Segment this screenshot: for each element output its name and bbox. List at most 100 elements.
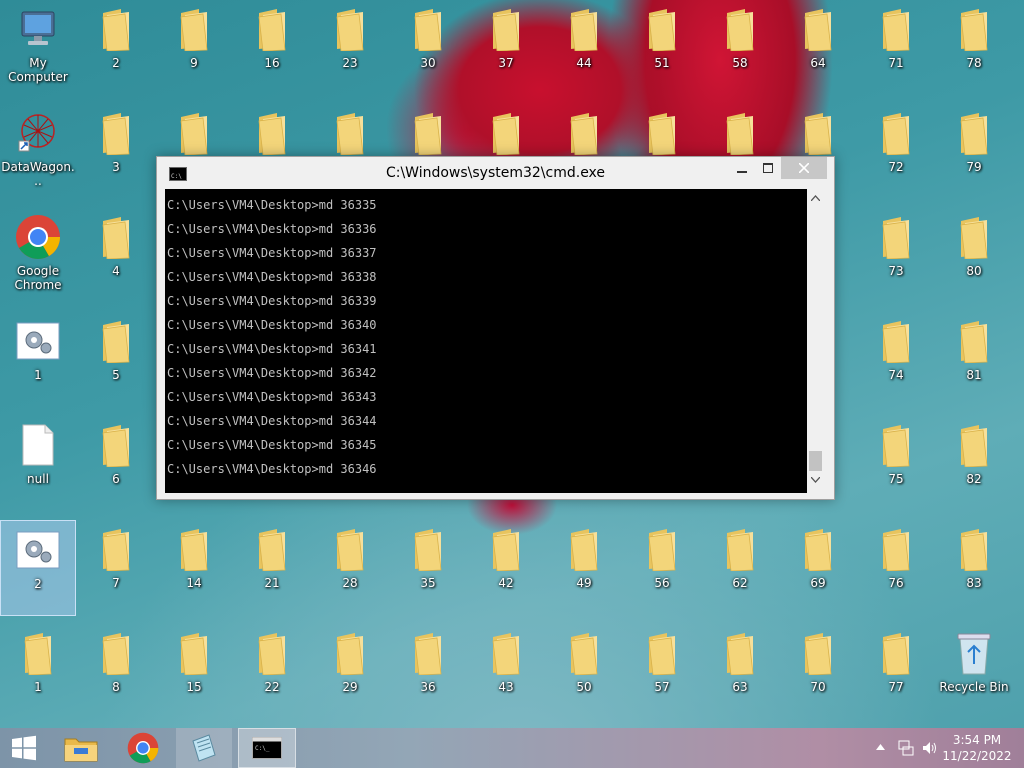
desktop-folder[interactable]: 8	[78, 624, 154, 720]
recycle-bin-icon	[951, 630, 997, 676]
desktop-folder[interactable]: 78	[936, 0, 1012, 96]
desktop-folder[interactable]: 16	[234, 0, 310, 96]
taskbar-file-explorer[interactable]	[56, 728, 106, 768]
desktop-folder[interactable]: 3	[78, 104, 154, 200]
desktop-folder[interactable]: 42	[468, 520, 544, 616]
icon-label: 82	[966, 472, 982, 486]
desktop-folder-1[interactable]: 1	[0, 624, 76, 720]
desktop-folder[interactable]: 29	[312, 624, 388, 720]
folder-icon	[171, 6, 217, 52]
desktop-folder[interactable]: 57	[624, 624, 700, 720]
desktop-folder[interactable]: 72	[858, 104, 934, 200]
desktop-icon-recycle-bin[interactable]: Recycle Bin	[936, 624, 1012, 720]
taskbar-notepad[interactable]	[176, 728, 232, 768]
desktop-folder[interactable]: 6	[78, 416, 154, 512]
cmd-window[interactable]: C:\ C:\Windows\system32\cmd.exe C:\Users…	[156, 156, 835, 500]
desktop-folder[interactable]: 51	[624, 0, 700, 96]
folder-icon	[15, 630, 61, 676]
desktop-folder[interactable]: 77	[858, 624, 934, 720]
desktop-folder[interactable]: 15	[156, 624, 232, 720]
folder-icon	[873, 422, 919, 468]
desktop-icon-2-settings[interactable]: 2	[0, 520, 76, 616]
chrome-icon	[127, 732, 159, 764]
desktop-icon-null[interactable]: null	[0, 416, 76, 512]
scroll-down-icon[interactable]	[811, 477, 820, 483]
icon-label: 63	[732, 680, 748, 694]
minimize-button[interactable]	[729, 157, 755, 179]
desktop-folder[interactable]: 37	[468, 0, 544, 96]
desktop-folder[interactable]: 75	[858, 416, 934, 512]
desktop-folder[interactable]: 43	[468, 624, 544, 720]
scrollbar-thumb[interactable]	[809, 451, 822, 471]
folder-icon	[327, 526, 373, 572]
cmd-scrollbar[interactable]	[807, 189, 824, 489]
maximize-icon	[763, 163, 773, 173]
desktop-folder[interactable]: 7	[78, 520, 154, 616]
desktop-folder[interactable]: 22	[234, 624, 310, 720]
folder-icon	[795, 6, 841, 52]
desktop-folder[interactable]: 44	[546, 0, 622, 96]
desktop-folder[interactable]: 63	[702, 624, 778, 720]
folder-icon	[327, 110, 373, 156]
scroll-up-icon[interactable]	[811, 195, 820, 201]
desktop-folder[interactable]: 50	[546, 624, 622, 720]
desktop-folder[interactable]: 62	[702, 520, 778, 616]
folder-icon	[639, 630, 685, 676]
maximize-button[interactable]	[755, 157, 781, 179]
desktop-folder[interactable]: 73	[858, 208, 934, 304]
desktop-folder[interactable]: 82	[936, 416, 1012, 512]
desktop-folder[interactable]: 9	[156, 0, 232, 96]
folder-icon	[249, 6, 295, 52]
taskbar-clock[interactable]: 3:54 PM 11/22/2022	[942, 732, 1012, 764]
desktop-folder[interactable]: 83	[936, 520, 1012, 616]
icon-label: 23	[342, 56, 358, 70]
desktop-folder[interactable]: 71	[858, 0, 934, 96]
desktop-folder[interactable]: 23	[312, 0, 388, 96]
desktop-folder[interactable]: 28	[312, 520, 388, 616]
desktop-folder[interactable]: 2	[78, 0, 154, 96]
icon-label: 73	[888, 264, 904, 278]
desktop-folder[interactable]: 58	[702, 0, 778, 96]
cmd-line: C:\Users\VM4\Desktop>md 36336	[167, 222, 377, 236]
desktop-folder[interactable]: 76	[858, 520, 934, 616]
icon-label: 77	[888, 680, 904, 694]
cmd-titlebar[interactable]: C:\ C:\Windows\system32\cmd.exe	[157, 157, 834, 189]
network-icon[interactable]	[898, 740, 914, 756]
desktop-folder[interactable]: 35	[390, 520, 466, 616]
icon-label: 8	[112, 680, 120, 694]
desktop-folder[interactable]: 81	[936, 312, 1012, 408]
desktop-folder[interactable]: 21	[234, 520, 310, 616]
desktop-icon-my-computer[interactable]: My Computer	[0, 0, 76, 96]
desktop-folder[interactable]: 56	[624, 520, 700, 616]
desktop-folder[interactable]: 49	[546, 520, 622, 616]
desktop-folder[interactable]: 30	[390, 0, 466, 96]
desktop-icon-google-chrome[interactable]: Google Chrome	[0, 208, 76, 304]
start-button[interactable]	[0, 728, 48, 768]
icon-label: 79	[966, 160, 982, 174]
icon-label: 1	[34, 680, 42, 694]
desktop-folder[interactable]: 69	[780, 520, 856, 616]
taskbar-google-chrome[interactable]	[118, 728, 168, 768]
taskbar[interactable]: C:\_ 3:54 PM 11/22/2022	[0, 728, 1024, 768]
desktop-icon-datawagon[interactable]: DataWagon...	[0, 104, 76, 200]
cmd-console-output[interactable]: C:\Users\VM4\Desktop>md 36335 C:\Users\VM…	[165, 189, 807, 493]
close-icon	[799, 163, 809, 173]
taskbar-cmd[interactable]: C:\_	[238, 728, 296, 768]
cmd-line: C:\Users\VM4\Desktop>md 36339	[167, 294, 377, 308]
desktop-folder[interactable]: 74	[858, 312, 934, 408]
volume-icon[interactable]	[922, 740, 938, 756]
desktop-folder[interactable]: 79	[936, 104, 1012, 200]
windows-logo-icon	[12, 735, 36, 761]
desktop-icon-1-settings[interactable]: 1	[0, 312, 76, 408]
desktop-folder[interactable]: 4	[78, 208, 154, 304]
desktop-folder[interactable]: 64	[780, 0, 856, 96]
icon-label: 44	[576, 56, 592, 70]
desktop-folder[interactable]: 36	[390, 624, 466, 720]
desktop-folder[interactable]: 80	[936, 208, 1012, 304]
show-hidden-icons-icon[interactable]	[876, 744, 885, 750]
desktop-folder[interactable]: 14	[156, 520, 232, 616]
desktop-folder[interactable]: 70	[780, 624, 856, 720]
folder-icon	[405, 526, 451, 572]
desktop-folder[interactable]: 5	[78, 312, 154, 408]
close-button[interactable]	[781, 157, 827, 179]
